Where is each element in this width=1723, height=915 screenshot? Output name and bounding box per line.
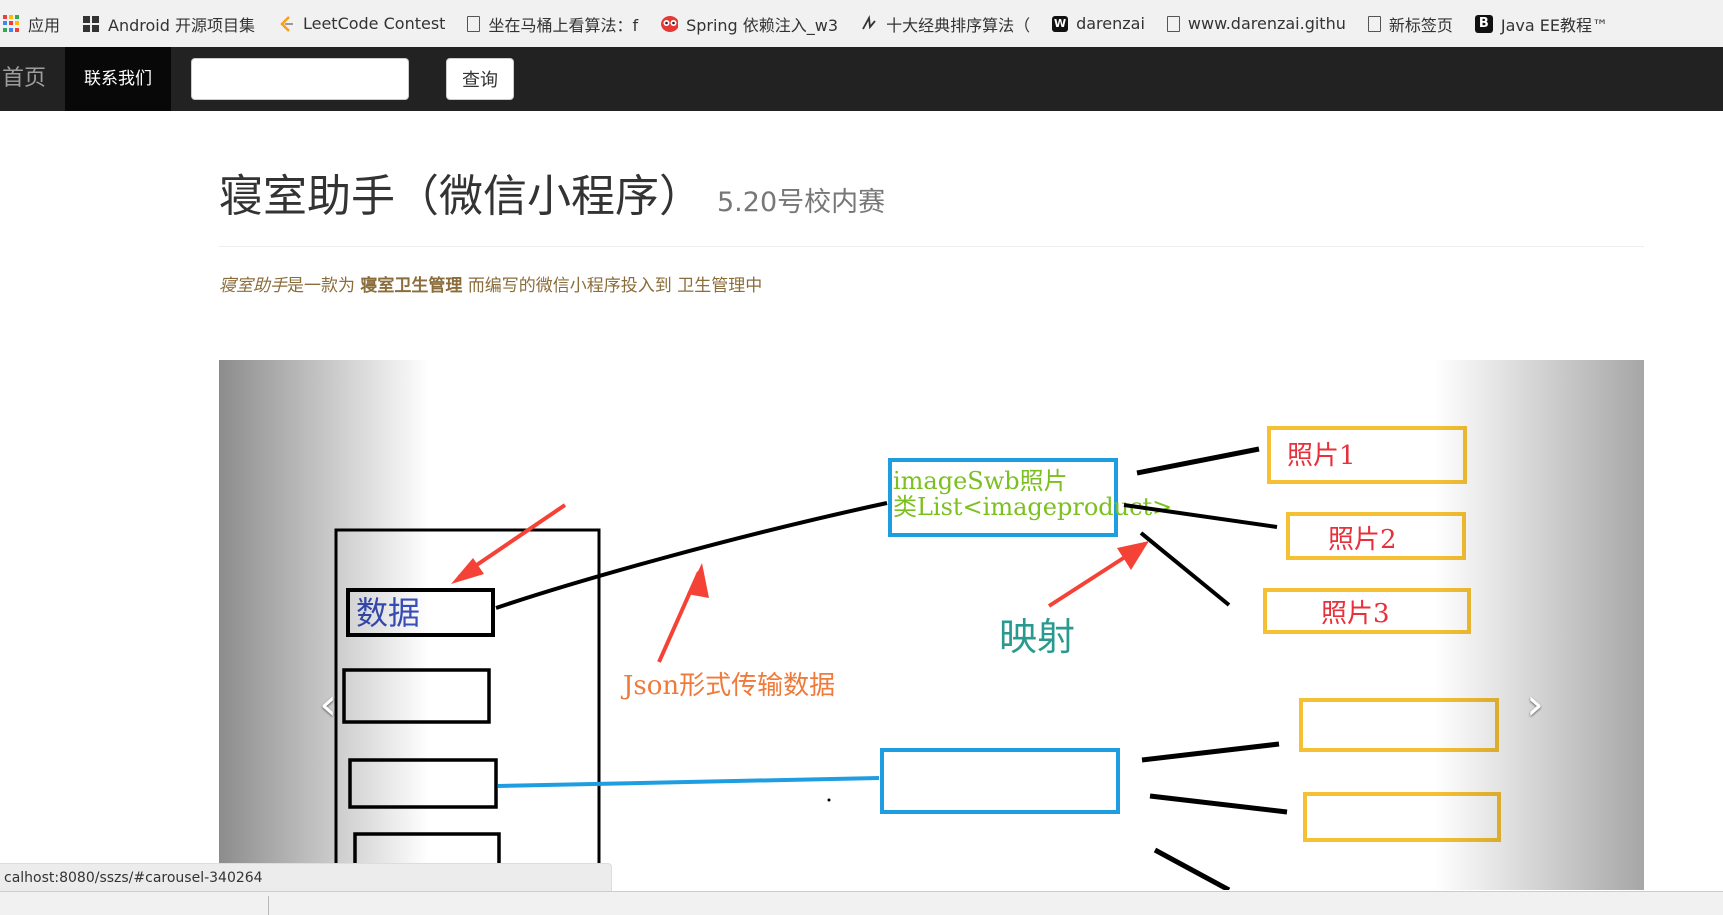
bookmark-label: Java EE教程™	[1500, 15, 1608, 35]
lower-class-box	[880, 748, 1120, 814]
json-transfer-label: Json形式传输数据	[620, 671, 835, 701]
intro-app-name: 寝室助手	[219, 276, 287, 296]
chevron-right-icon[interactable]: ›	[1520, 683, 1550, 727]
search-input[interactable]	[191, 58, 409, 100]
bookmark-java-ee[interactable]: B Java EE教程™	[1474, 12, 1608, 36]
owl-icon	[660, 15, 679, 33]
divider	[268, 896, 269, 915]
navbar: 首页 联系我们 查询	[0, 47, 1723, 111]
page-header: 寝室助手（微信小程序） 5.20号校内赛	[219, 160, 1644, 247]
bookmark-darenzai[interactable]: W darenzai	[1052, 14, 1145, 33]
bookmark-apps[interactable]: 应用	[2, 12, 60, 36]
leetcode-icon	[277, 15, 295, 33]
mapping-line	[1153, 847, 1231, 890]
mapping-line	[1141, 741, 1280, 763]
carousel: 数据 imageSwb照片 类List<imageproduct> 照片1 照片…	[219, 360, 1644, 890]
bookmarks-bar: 应用 Android 开源项目集 LeetCode Contest 坐在马桶上看…	[0, 0, 1723, 47]
mapping-line	[1139, 531, 1231, 607]
bookmark-label: www.darenzai.githu	[1187, 14, 1346, 33]
b-logo-icon: B	[1474, 14, 1493, 33]
bookmark-new-tab[interactable]: 新标签页	[1367, 12, 1453, 36]
bookmark-spring[interactable]: Spring 依赖注入_w3	[660, 12, 838, 36]
photo-label: 照片3	[1321, 599, 1390, 629]
bookmark-darenzai-github[interactable]: www.darenzai.githu	[1166, 14, 1346, 33]
bookmark-label: 应用	[28, 15, 61, 35]
page-subtitle: 5.20号校内赛	[717, 187, 886, 218]
chevron-left-icon[interactable]: ‹	[313, 683, 343, 727]
intro-text-part: 是一款为	[287, 276, 355, 296]
bookmark-android[interactable]: Android 开源项目集	[82, 12, 255, 36]
red-arrow-head	[687, 563, 709, 598]
intro-text-part: 而编写的微信小程序投入到 卫生管理中	[467, 276, 763, 296]
bookmark-algorithm[interactable]: 坐在马桶上看算法：f	[467, 12, 638, 36]
container-box	[334, 528, 601, 890]
empty-box	[342, 668, 491, 724]
apps-grid-icon	[2, 14, 20, 33]
nav-home-link[interactable]: 首页	[0, 47, 48, 111]
mapping-line	[1136, 446, 1260, 476]
w-logo-icon: W	[1052, 15, 1069, 32]
bookmark-sorting[interactable]: 十大经典排序算法（	[860, 12, 1030, 36]
page-icon	[1166, 15, 1180, 32]
data-label: 数据	[356, 594, 420, 632]
red-arrow-head	[1117, 541, 1149, 570]
script-icon	[860, 14, 878, 33]
bookmark-label: darenzai	[1076, 14, 1145, 33]
photo-box-empty	[1303, 792, 1501, 842]
nav-contact-link[interactable]: 联系我们	[65, 47, 171, 111]
mapping-label: 映射	[999, 615, 1075, 659]
class-box-line1: imageSwb照片	[893, 467, 1068, 495]
bookmark-label: LeetCode Contest	[302, 14, 446, 33]
bottom-bar	[0, 891, 1723, 915]
photo-label: 照片2	[1328, 525, 1397, 555]
page-title: 寝室助手（微信小程序）	[219, 171, 703, 222]
page-icon	[1367, 15, 1381, 32]
empty-box	[348, 758, 498, 809]
mapping-line	[1149, 793, 1288, 815]
intro-highlight: 寝室卫生管理	[360, 276, 463, 296]
architecture-diagram: 数据 imageSwb照片 类List<imageproduct> 照片1 照片…	[334, 426, 1501, 890]
bookmark-label: Android 开源项目集	[108, 15, 255, 35]
bookmark-label: 坐在马桶上看算法：f	[488, 15, 639, 35]
page-icon	[467, 15, 481, 32]
photo-box-empty	[1299, 698, 1499, 752]
intro-text: 寝室助手是一款为 寝室卫生管理 而编写的微信小程序投入到 卫生管理中	[219, 271, 762, 296]
bookmark-label: 十大经典排序算法（	[886, 15, 1031, 35]
android-project-icon	[82, 15, 100, 33]
search-button[interactable]: 查询	[446, 58, 514, 100]
blue-connector-line	[497, 776, 880, 788]
bookmark-label: 新标签页	[1388, 15, 1453, 35]
photo-label: 照片1	[1287, 441, 1356, 471]
bookmark-leetcode[interactable]: LeetCode Contest	[277, 14, 445, 33]
bookmark-label: Spring 依赖注入_w3	[686, 15, 839, 35]
status-url: calhost:8080/sszs/#carousel-340264	[0, 863, 612, 891]
